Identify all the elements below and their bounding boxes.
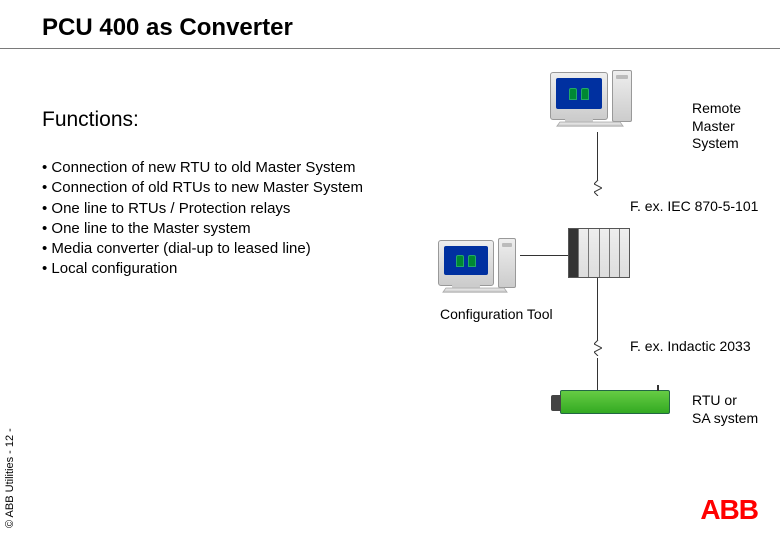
zigzag-icon bbox=[594, 180, 602, 196]
bullet-item: One line to RTUs / Protection relays bbox=[42, 199, 363, 219]
rtu-label-line1: RTU or bbox=[692, 392, 758, 410]
connection-line bbox=[597, 132, 598, 180]
bullet-item: One line to the Master system bbox=[42, 219, 363, 239]
functions-list: Connection of new RTU to old Master Syst… bbox=[42, 158, 363, 280]
slide-title: PCU 400 as Converter bbox=[42, 14, 293, 42]
bullet-item: Connection of new RTU to old Master Syst… bbox=[42, 158, 363, 178]
footer-copyright: © ABB Utilities - 12 - bbox=[4, 428, 16, 528]
bullet-item: Connection of old RTUs to new Master Sys… bbox=[42, 178, 363, 198]
connection-line bbox=[597, 278, 598, 340]
functions-heading: Functions: bbox=[42, 108, 139, 132]
connection-line bbox=[597, 358, 598, 390]
config-tool-pc-icon bbox=[438, 240, 494, 286]
title-divider bbox=[0, 48, 780, 49]
remote-label-line2: Master System bbox=[692, 118, 780, 153]
bullet-item: Media converter (dial-up to leased line) bbox=[42, 239, 363, 259]
pcu-rack-icon bbox=[568, 228, 630, 278]
rtu-label-line2: SA system bbox=[692, 410, 758, 428]
rtu-label: RTU or SA system bbox=[692, 392, 758, 427]
protocol-label: F. ex. IEC 870-5-101 bbox=[630, 198, 758, 214]
abb-logo: ABB bbox=[700, 494, 758, 526]
remote-master-label: Remote Master System bbox=[692, 100, 780, 153]
rtu-device-icon bbox=[560, 390, 670, 414]
remote-label-line1: Remote bbox=[692, 100, 780, 118]
zigzag-icon bbox=[594, 340, 602, 356]
connection-line bbox=[520, 255, 568, 256]
indactic-label: F. ex. Indactic 2033 bbox=[630, 338, 751, 354]
config-tool-label: Configuration Tool bbox=[440, 306, 553, 322]
bullet-item: Local configuration bbox=[42, 259, 363, 279]
remote-master-pc-icon bbox=[550, 72, 608, 120]
